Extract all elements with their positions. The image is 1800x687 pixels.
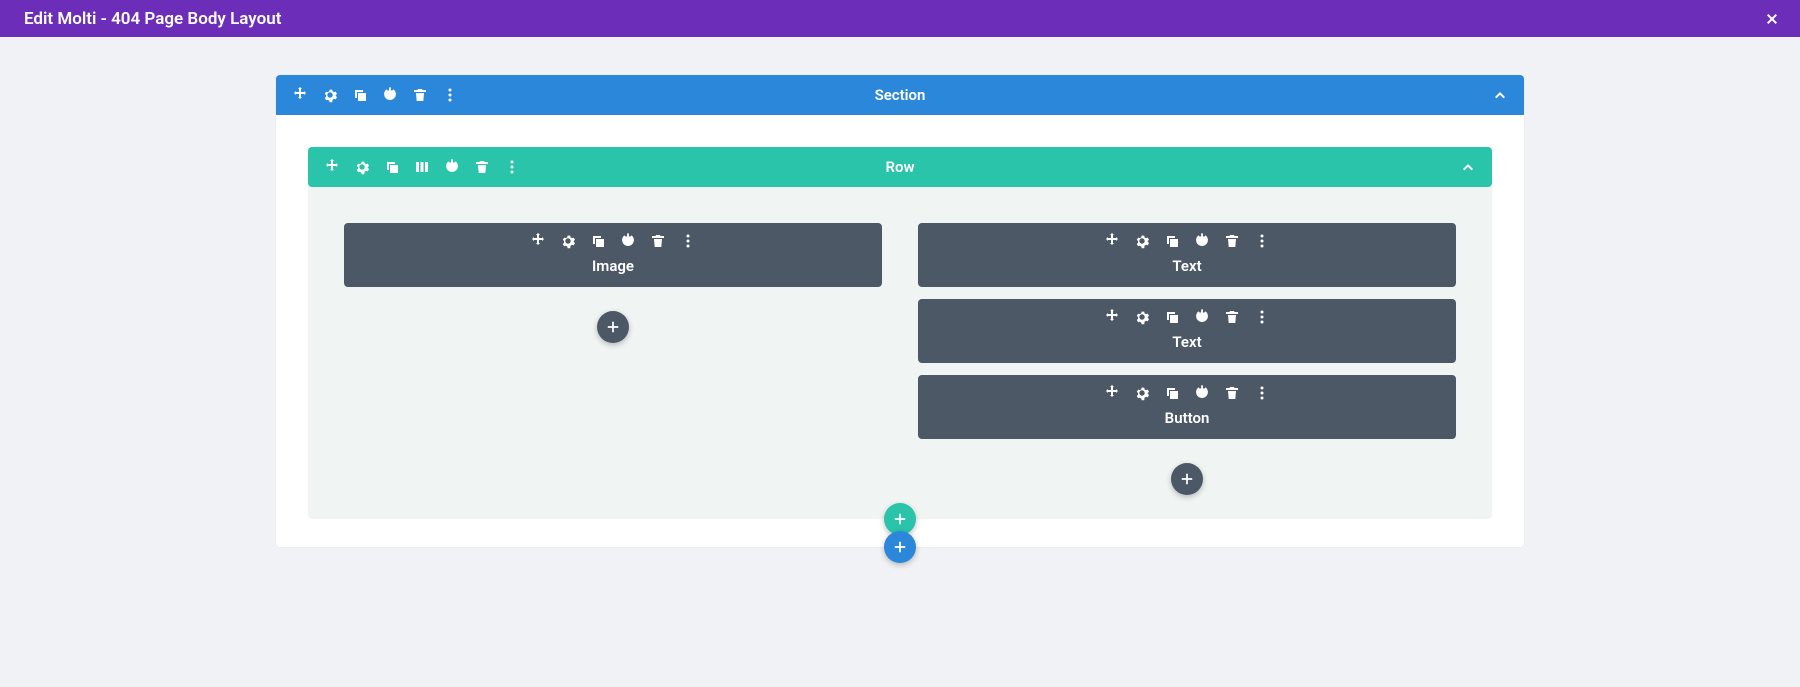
power-icon[interactable]: [1194, 309, 1210, 325]
row-bar[interactable]: Row: [308, 147, 1492, 187]
duplicate-icon[interactable]: [590, 233, 606, 249]
power-icon[interactable]: [620, 233, 636, 249]
trash-icon[interactable]: [412, 87, 428, 103]
module-label: Button: [918, 409, 1456, 427]
module-tools: [918, 233, 1456, 249]
move-icon[interactable]: [1104, 233, 1120, 249]
section-bar[interactable]: Section: [276, 75, 1524, 115]
column-2: Text Text: [918, 223, 1456, 495]
gear-icon[interactable]: [1134, 309, 1150, 325]
gear-icon[interactable]: [1134, 233, 1150, 249]
duplicate-icon[interactable]: [384, 159, 400, 175]
section: Section Row: [276, 75, 1524, 547]
duplicate-icon[interactable]: [1164, 233, 1180, 249]
more-icon[interactable]: [504, 159, 520, 175]
duplicate-icon[interactable]: [1164, 309, 1180, 325]
section-body: Row: [276, 115, 1524, 547]
row: Row: [308, 147, 1492, 519]
move-icon[interactable]: [1104, 309, 1120, 325]
move-icon[interactable]: [530, 233, 546, 249]
move-icon[interactable]: [1104, 385, 1120, 401]
columns-icon[interactable]: [414, 159, 430, 175]
trash-icon[interactable]: [1224, 385, 1240, 401]
power-icon[interactable]: [382, 87, 398, 103]
trash-icon[interactable]: [650, 233, 666, 249]
module-text[interactable]: Text: [918, 223, 1456, 287]
gear-icon[interactable]: [560, 233, 576, 249]
move-icon[interactable]: [292, 87, 308, 103]
trash-icon[interactable]: [1224, 309, 1240, 325]
more-icon[interactable]: [680, 233, 696, 249]
move-icon[interactable]: [324, 159, 340, 175]
section-label: Section: [276, 86, 1524, 104]
duplicate-icon[interactable]: [1164, 385, 1180, 401]
trash-icon[interactable]: [1224, 233, 1240, 249]
module-tools: [344, 233, 882, 249]
gear-icon[interactable]: [1134, 385, 1150, 401]
module-text[interactable]: Text: [918, 299, 1456, 363]
add-section-button[interactable]: [884, 531, 916, 563]
more-icon[interactable]: [1254, 385, 1270, 401]
module-button[interactable]: Button: [918, 375, 1456, 439]
row-body: Image: [308, 187, 1492, 505]
module-label: Image: [344, 257, 882, 275]
module-tools: [918, 309, 1456, 325]
titlebar: Edit Molti - 404 Page Body Layout: [0, 0, 1800, 37]
collapse-icon[interactable]: [1460, 159, 1476, 175]
collapse-icon[interactable]: [1492, 87, 1508, 103]
power-icon[interactable]: [1194, 385, 1210, 401]
close-button[interactable]: [1762, 9, 1782, 29]
module-tools: [918, 385, 1456, 401]
builder-canvas: Section Row: [0, 37, 1800, 547]
power-icon[interactable]: [1194, 233, 1210, 249]
module-label: Text: [918, 333, 1456, 351]
gear-icon[interactable]: [354, 159, 370, 175]
more-icon[interactable]: [442, 87, 458, 103]
add-module-button[interactable]: [1171, 463, 1203, 495]
more-icon[interactable]: [1254, 233, 1270, 249]
trash-icon[interactable]: [474, 159, 490, 175]
column-1: Image: [344, 223, 882, 495]
add-module-button[interactable]: [597, 311, 629, 343]
page-title: Edit Molti - 404 Page Body Layout: [24, 9, 1762, 29]
power-icon[interactable]: [444, 159, 460, 175]
row-tools: [324, 159, 520, 175]
module-label: Text: [918, 257, 1456, 275]
gear-icon[interactable]: [322, 87, 338, 103]
more-icon[interactable]: [1254, 309, 1270, 325]
section-tools: [292, 87, 458, 103]
duplicate-icon[interactable]: [352, 87, 368, 103]
module-image[interactable]: Image: [344, 223, 882, 287]
